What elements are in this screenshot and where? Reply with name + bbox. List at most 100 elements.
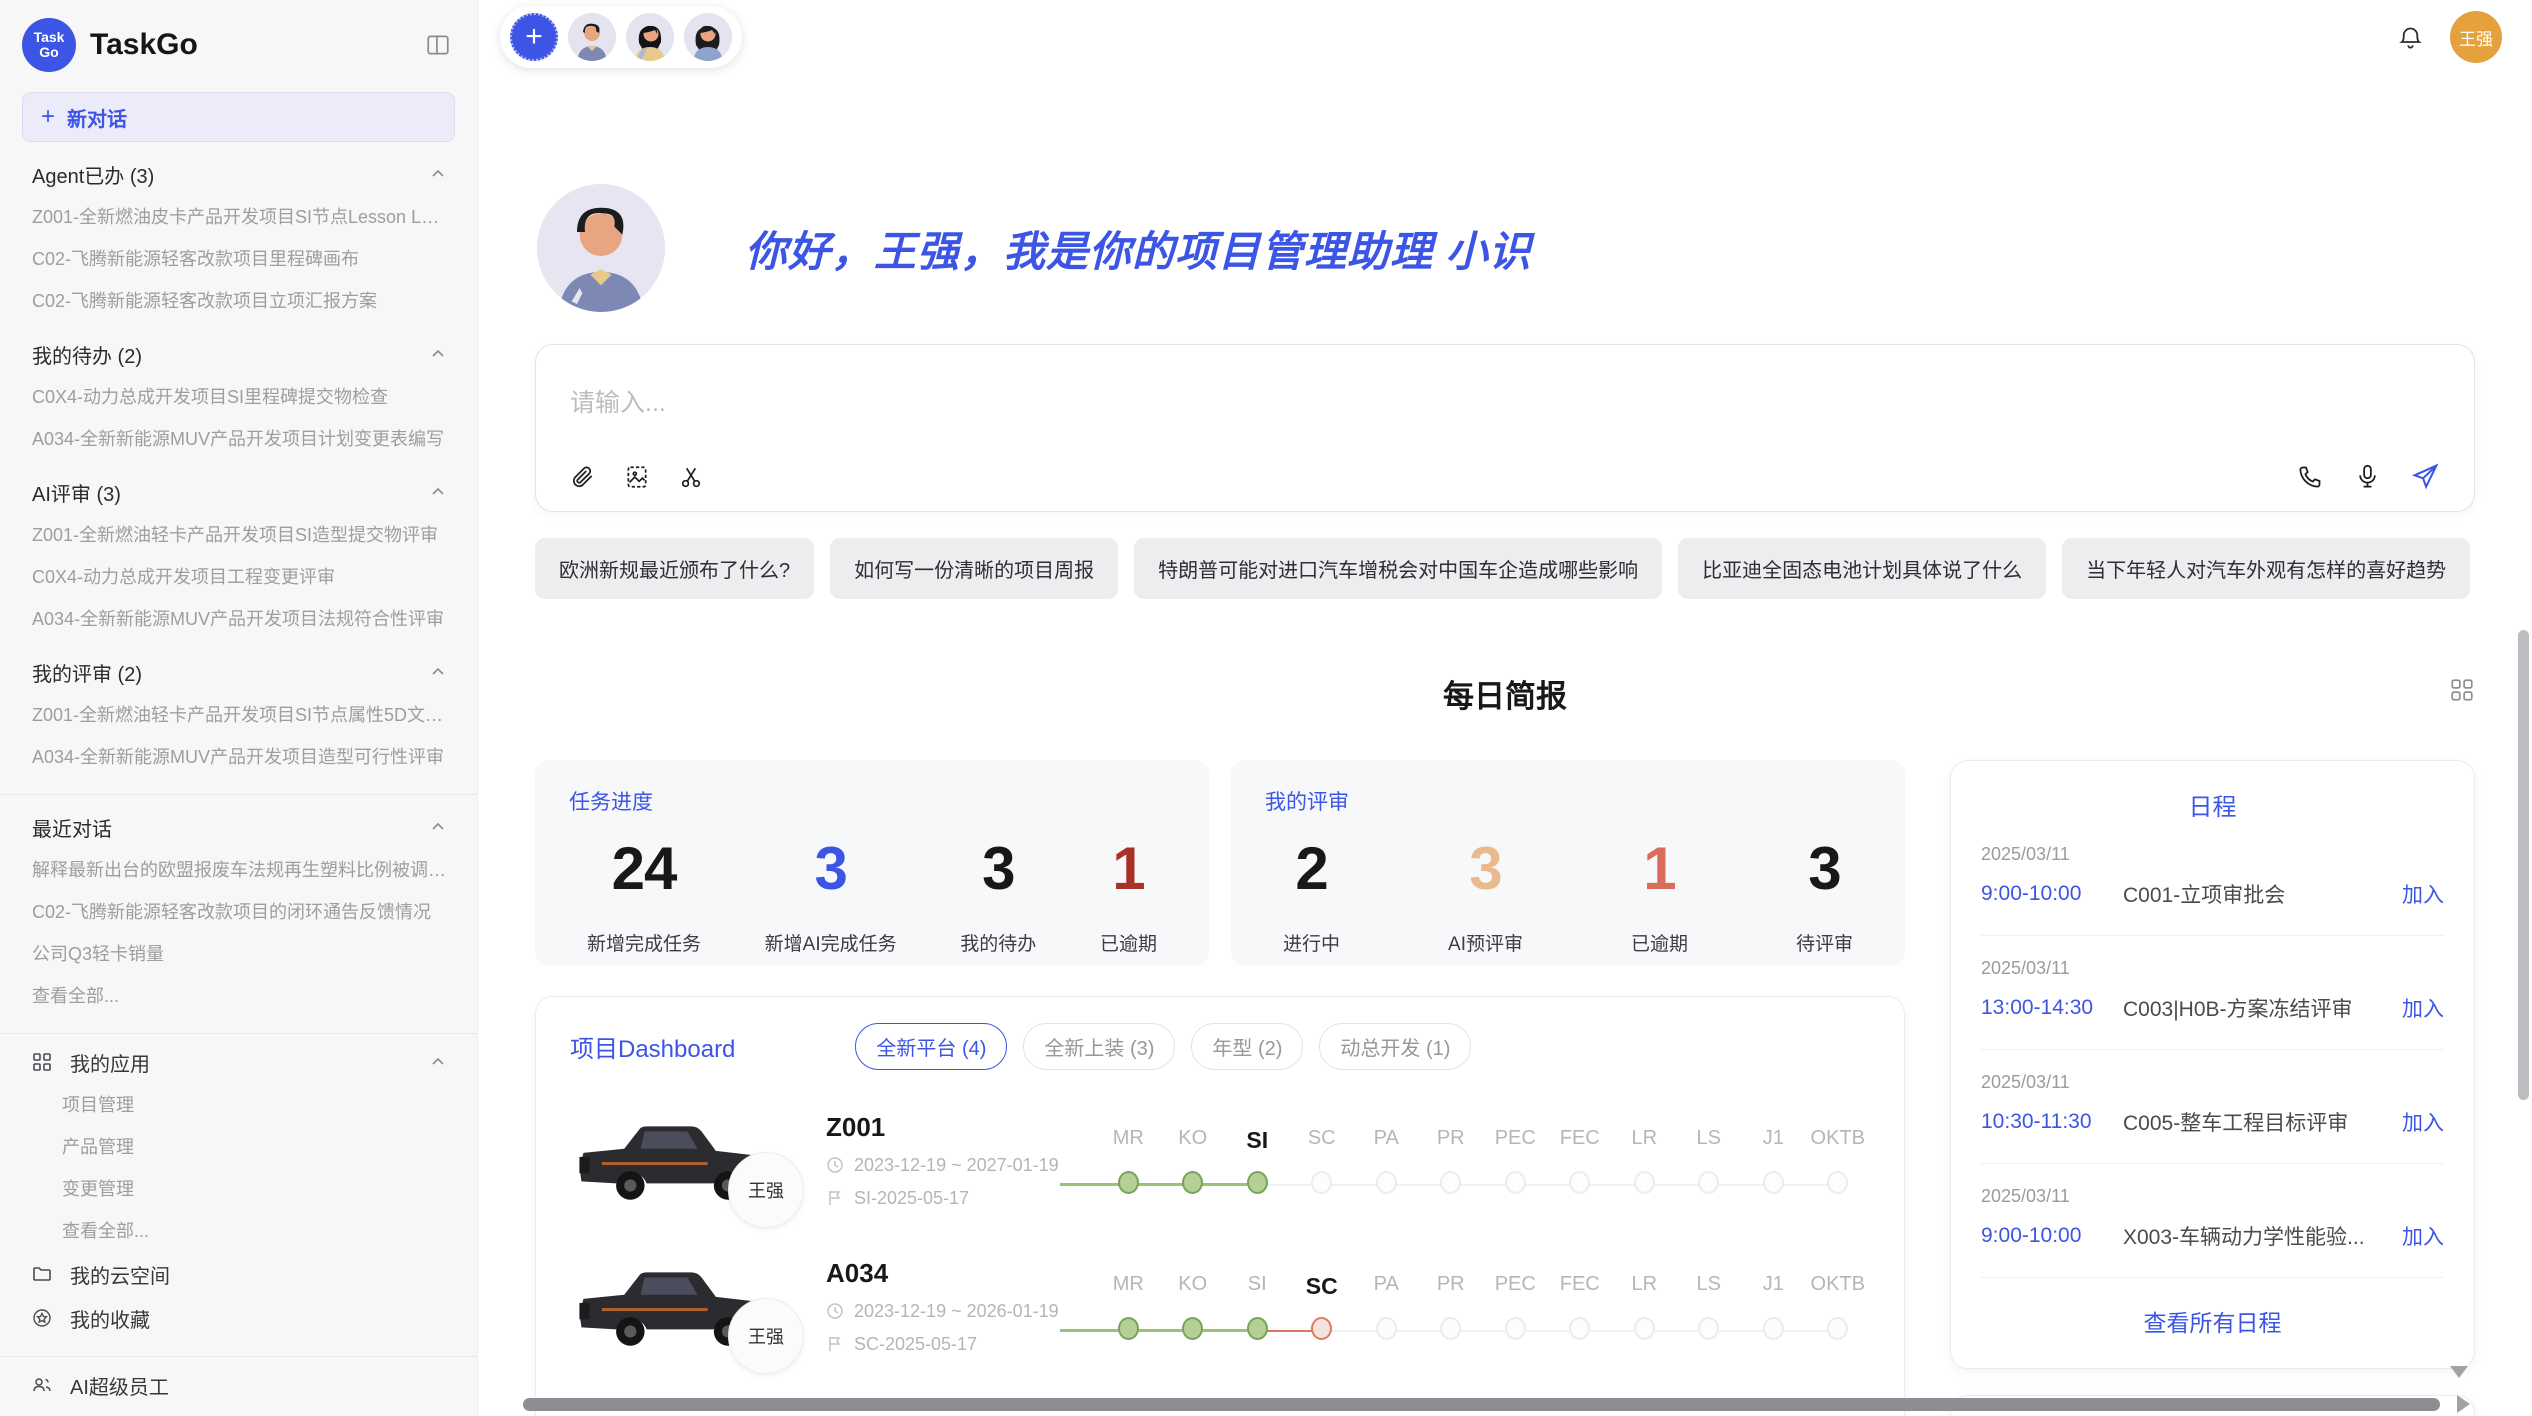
new-session-button[interactable]: +	[510, 13, 558, 61]
new-chat-button[interactable]: + 新对话	[22, 92, 455, 142]
my-cloud-label: 我的云空间	[70, 1260, 170, 1289]
section-recent-chats[interactable]: 最近对话	[0, 805, 477, 849]
folder-icon	[30, 1263, 54, 1285]
section-ai-review[interactable]: AI评审 (3)	[0, 470, 477, 514]
scissors-icon[interactable]	[678, 464, 704, 490]
task-item[interactable]: Z001-全新燃油轻卡产品开发项目SI造型提交物评审	[0, 514, 477, 556]
suggestion-chip[interactable]: 欧洲新规最近颁布了什么?	[535, 538, 814, 599]
stat-new-ai-done: 3 新增AI完成任务	[765, 834, 897, 956]
apps-grid-icon	[30, 1051, 54, 1073]
join-link[interactable]: 加入	[2402, 993, 2444, 1023]
app-item-project-mgmt[interactable]: 项目管理	[0, 1084, 477, 1126]
chevron-up-icon[interactable]	[429, 345, 447, 363]
recent-chat-item[interactable]: C02-飞腾新能源轻客改款项目的闭环通告反馈情况	[0, 891, 477, 933]
dashboard-filters: 全新平台 (4) 全新上装 (3) 年型 (2) 动总开发 (1)	[855, 1023, 1471, 1070]
session-avatar-2[interactable]	[626, 13, 674, 61]
schedule-item: 2025/03/11 10:30-11:30 C005-整车工程目标评审 加入	[1981, 1050, 2444, 1164]
layout-grid-icon[interactable]	[2449, 677, 2475, 703]
project-image: 王强	[570, 1104, 788, 1216]
notification-bell-icon[interactable]	[2397, 24, 2424, 51]
schedule-time: 10:30-11:30	[1981, 1110, 2123, 1134]
section-agent-done[interactable]: Agent已办 (3)	[0, 152, 477, 196]
tool-ai-super-staff[interactable]: AI超级员工	[0, 1363, 477, 1407]
schedule-name: C005-整车工程目标评审	[2123, 1107, 2388, 1137]
dashboard-title: 项目Dashboard	[570, 1029, 735, 1064]
divider	[0, 1033, 477, 1034]
chevron-up-icon[interactable]	[429, 818, 447, 836]
scroll-right-arrow[interactable]	[2457, 1395, 2470, 1413]
filter-pill-active[interactable]: 全新平台 (4)	[855, 1023, 1007, 1070]
recent-chat-item[interactable]: 公司Q3轻卡销量	[0, 933, 477, 975]
app-item-product-mgmt[interactable]: 产品管理	[0, 1126, 477, 1168]
filter-pill[interactable]: 年型 (2)	[1191, 1023, 1303, 1070]
join-link[interactable]: 加入	[2402, 1107, 2444, 1137]
task-item[interactable]: Z001-全新燃油轻卡产品开发项目SI节点属性5D文件评审	[0, 694, 477, 736]
tool-help-me-write[interactable]: 帮我写作	[0, 1407, 477, 1416]
send-icon[interactable]	[2411, 462, 2440, 491]
attachment-icon[interactable]	[570, 464, 596, 490]
scroll-down-arrow[interactable]	[2450, 1366, 2468, 1378]
suggestion-chip[interactable]: 特朗普可能对进口汽车增税会对中国车企造成哪些影响	[1134, 538, 1662, 599]
task-item[interactable]: C0X4-动力总成开发项目工程变更评审	[0, 556, 477, 598]
chat-input-card[interactable]: 请输入...	[535, 344, 2475, 512]
filter-pill[interactable]: 动总开发 (1)	[1319, 1023, 1471, 1070]
section-my-todo[interactable]: 我的待办 (2)	[0, 332, 477, 376]
schedule-item: 2025/03/11 9:00-10:00 X003-车辆动力学性能验... 加…	[1981, 1164, 2444, 1278]
apps-view-all[interactable]: 查看全部...	[0, 1210, 477, 1252]
chat-input-placeholder[interactable]: 请输入...	[570, 383, 2440, 419]
join-link[interactable]: 加入	[2402, 1221, 2444, 1251]
stat-ai-pre-review: 3 AI预评审	[1448, 834, 1523, 956]
my-apps-label: 我的应用	[70, 1048, 150, 1077]
my-review-card: 我的评审 2 进行中 3 AI预评审	[1231, 760, 1905, 966]
chevron-up-icon[interactable]	[429, 165, 447, 183]
suggestion-chip[interactable]: 如何写一份清晰的项目周报	[830, 538, 1118, 599]
schedule-item: 2025/03/11 13:00-14:30 C003|H0B-方案冻结评审 加…	[1981, 936, 2444, 1050]
project-row[interactable]: 王强 Z001 2023-12-19 ~ 2027-01-19	[570, 1104, 1870, 1216]
chevron-up-icon[interactable]	[429, 663, 447, 681]
task-item[interactable]: C0X4-动力总成开发项目SI里程碑提交物检查	[0, 376, 477, 418]
suggestion-chip[interactable]: 比亚迪全固态电池计划具体说了什么	[1678, 538, 2046, 599]
collapse-sidebar-icon[interactable]	[425, 32, 451, 58]
section-my-review[interactable]: 我的评审 (2)	[0, 650, 477, 694]
recent-chat-item[interactable]: 解释最新出台的欧盟报废车法规再生塑料比例被调至15%...	[0, 849, 477, 891]
app-item-change-mgmt[interactable]: 变更管理	[0, 1168, 477, 1210]
project-row[interactable]: 王强 A034 2023-12-19 ~ 2026-01-19	[570, 1250, 1870, 1362]
logo-line2: Go	[39, 45, 58, 60]
project-dates: 2023-12-19 ~ 2027-01-19	[854, 1155, 1059, 1176]
join-link[interactable]: 加入	[2402, 879, 2444, 909]
milestone-track: MR KO SI SC PA PR PEC FEC LR LS J1	[1096, 1273, 1870, 1340]
phone-call-icon[interactable]	[2297, 463, 2324, 490]
task-item[interactable]: Z001-全新燃油皮卡产品开发项目SI节点Lesson Learn报告	[0, 196, 477, 238]
my-cloud-space[interactable]: 我的云空间	[0, 1252, 477, 1296]
chevron-up-icon[interactable]	[429, 483, 447, 501]
vertical-scrollbar[interactable]	[2518, 630, 2529, 1100]
project-code: A034	[826, 1258, 1086, 1289]
suggestion-chip[interactable]: 当下年轻人对汽车外观有怎样的喜好趋势	[2062, 538, 2470, 599]
image-icon[interactable]	[624, 464, 650, 490]
task-item[interactable]: A034-全新新能源MUV产品开发项目计划变更表编写	[0, 418, 477, 460]
project-dates: 2023-12-19 ~ 2026-01-19	[854, 1301, 1059, 1322]
tool-label: AI超级员工	[70, 1371, 169, 1400]
section-title: Agent已办 (3)	[32, 160, 154, 189]
clock-icon	[826, 1302, 844, 1320]
task-item[interactable]: C02-飞腾新能源轻客改款项目立项汇报方案	[0, 280, 477, 322]
filter-pill[interactable]: 全新上装 (3)	[1023, 1023, 1175, 1070]
session-avatar-1[interactable]	[568, 13, 616, 61]
section-title: 我的待办 (2)	[32, 340, 142, 369]
my-favorites[interactable]: 我的收藏	[0, 1296, 477, 1340]
task-item[interactable]: A034-全新新能源MUV产品开发项目造型可行性评审	[0, 736, 477, 778]
session-avatar-3[interactable]	[684, 13, 732, 61]
task-item[interactable]: C02-飞腾新能源轻客改款项目里程碑画布	[0, 238, 477, 280]
app-root: Task Go TaskGo + 新对话 Agent已办 (3) Z001-全新…	[0, 0, 2532, 1416]
project-owner-badge: 王强	[728, 1152, 804, 1228]
microphone-icon[interactable]	[2354, 463, 2381, 490]
view-all-schedule-link[interactable]: 查看所有日程	[1981, 1278, 2444, 1346]
card-title: 任务进度	[569, 786, 1175, 816]
recent-view-all[interactable]: 查看全部...	[0, 975, 477, 1017]
my-apps-header[interactable]: 我的应用	[0, 1040, 477, 1084]
user-avatar[interactable]: 王强	[2450, 11, 2502, 63]
chevron-up-icon[interactable]	[429, 1053, 447, 1071]
sidebar-header: Task Go TaskGo	[0, 14, 477, 76]
horizontal-scrollbar[interactable]	[523, 1398, 2440, 1411]
task-item[interactable]: A034-全新新能源MUV产品开发项目法规符合性评审	[0, 598, 477, 640]
